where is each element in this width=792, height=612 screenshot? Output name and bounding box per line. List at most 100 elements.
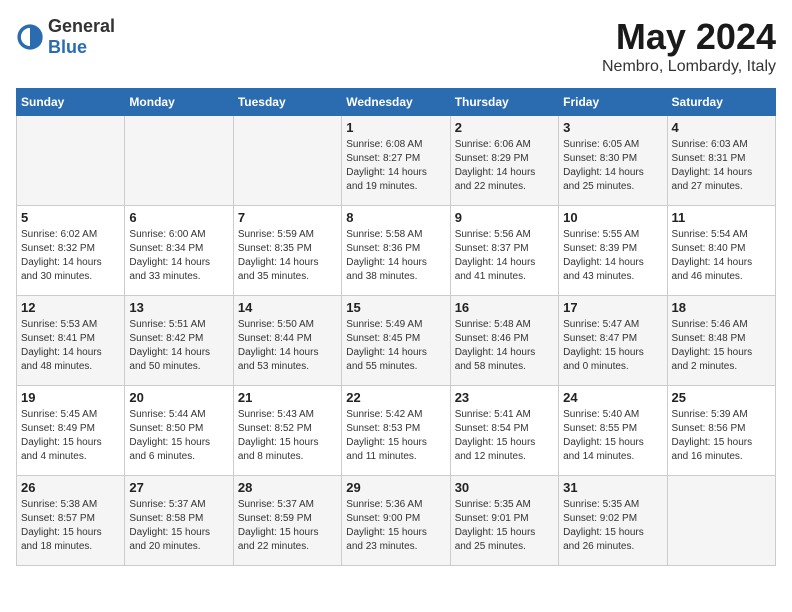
logo-icon xyxy=(16,23,44,51)
calendar-cell: 14Sunrise: 5:50 AM Sunset: 8:44 PM Dayli… xyxy=(233,296,341,386)
day-number: 4 xyxy=(672,120,771,135)
logo-general: General xyxy=(48,16,115,36)
calendar-cell: 19 Sunrise: 5:45 AM Sunset: 8:49 PM Dayli… xyxy=(17,386,125,476)
calendar-cell: 1Sunrise: 6:08 AM Sunset: 8:27 PM Daylig… xyxy=(342,116,450,206)
day-number: 11 xyxy=(672,210,771,225)
logo-blue: Blue xyxy=(48,37,87,57)
calendar-cell: 17 Sunrise: 5:47 AM Sunset: 8:47 PM Dayli… xyxy=(559,296,667,386)
day-number: 25 xyxy=(672,390,771,405)
day-number: 23 xyxy=(455,390,554,405)
calendar-cell xyxy=(17,116,125,206)
day-number: 28 xyxy=(238,480,337,495)
calendar-cell: 23 Sunrise: 5:41 AM Sunset: 8:54 PM Dayli… xyxy=(450,386,558,476)
day-number: 5 xyxy=(21,210,120,225)
calendar-cell: 5 Sunrise: 6:02 AM Sunset: 8:32 PM Daylig… xyxy=(17,206,125,296)
header-row: SundayMondayTuesdayWednesdayThursdayFrid… xyxy=(17,89,776,116)
day-info: Sunrise: 5:38 AM Sunset: 8:57 PM Dayligh… xyxy=(21,498,120,554)
header: General Blue May 2024 Nembro, Lombardy, … xyxy=(16,16,776,76)
day-info: Sunrise: 5:51 AM Sunset: 8:42 PM Dayligh… xyxy=(129,318,228,374)
day-number: 30 xyxy=(455,480,554,495)
day-number: 19 xyxy=(21,390,120,405)
day-number: 7 xyxy=(238,210,337,225)
day-info: Sunrise: 5:45 AM Sunset: 8:49 PM Dayligh… xyxy=(21,408,120,464)
title-area: May 2024 Nembro, Lombardy, Italy xyxy=(602,16,776,76)
header-day-sunday: Sunday xyxy=(17,89,125,116)
calendar-cell: 3 Sunrise: 6:05 AM Sunset: 8:30 PM Daylig… xyxy=(559,116,667,206)
calendar-header: SundayMondayTuesdayWednesdayThursdayFrid… xyxy=(17,89,776,116)
day-number: 2 xyxy=(455,120,554,135)
day-number: 17 xyxy=(563,300,662,315)
calendar-cell xyxy=(233,116,341,206)
header-day-friday: Friday xyxy=(559,89,667,116)
day-info: Sunrise: 5:59 AM Sunset: 8:35 PM Dayligh… xyxy=(238,228,337,284)
day-info: Sunrise: 5:41 AM Sunset: 8:54 PM Dayligh… xyxy=(455,408,554,464)
day-number: 8 xyxy=(346,210,445,225)
day-number: 12 xyxy=(21,300,120,315)
calendar-table: SundayMondayTuesdayWednesdayThursdayFrid… xyxy=(16,88,776,566)
day-info: Sunrise: 5:35 AM Sunset: 9:01 PM Dayligh… xyxy=(455,498,554,554)
day-number: 26 xyxy=(21,480,120,495)
day-info: Sunrise: 5:44 AM Sunset: 8:50 PM Dayligh… xyxy=(129,408,228,464)
logo-text: General Blue xyxy=(48,16,115,58)
day-info: Sunrise: 5:40 AM Sunset: 8:55 PM Dayligh… xyxy=(563,408,662,464)
calendar-cell: 29 Sunrise: 5:36 AM Sunset: 9:00 PM Dayli… xyxy=(342,476,450,566)
week-row-0: 1Sunrise: 6:08 AM Sunset: 8:27 PM Daylig… xyxy=(17,116,776,206)
day-info: Sunrise: 6:03 AM Sunset: 8:31 PM Dayligh… xyxy=(672,138,771,194)
day-info: Sunrise: 5:36 AM Sunset: 9:00 PM Dayligh… xyxy=(346,498,445,554)
day-number: 10 xyxy=(563,210,662,225)
calendar-cell: 28Sunrise: 5:37 AM Sunset: 8:59 PM Dayli… xyxy=(233,476,341,566)
calendar-cell: 6 Sunrise: 6:00 AM Sunset: 8:34 PM Daylig… xyxy=(125,206,233,296)
calendar-cell: 13Sunrise: 5:51 AM Sunset: 8:42 PM Dayli… xyxy=(125,296,233,386)
day-number: 9 xyxy=(455,210,554,225)
day-number: 18 xyxy=(672,300,771,315)
day-number: 20 xyxy=(129,390,228,405)
main-title: May 2024 xyxy=(602,16,776,58)
day-info: Sunrise: 5:37 AM Sunset: 8:58 PM Dayligh… xyxy=(129,498,228,554)
week-row-2: 12 Sunrise: 5:53 AM Sunset: 8:41 PM Dayli… xyxy=(17,296,776,386)
day-info: Sunrise: 6:02 AM Sunset: 8:32 PM Dayligh… xyxy=(21,228,120,284)
calendar-body: 1Sunrise: 6:08 AM Sunset: 8:27 PM Daylig… xyxy=(17,116,776,566)
day-info: Sunrise: 5:58 AM Sunset: 8:36 PM Dayligh… xyxy=(346,228,445,284)
calendar-cell xyxy=(667,476,775,566)
day-info: Sunrise: 6:00 AM Sunset: 8:34 PM Dayligh… xyxy=(129,228,228,284)
day-info: Sunrise: 5:42 AM Sunset: 8:53 PM Dayligh… xyxy=(346,408,445,464)
calendar-cell: 20 Sunrise: 5:44 AM Sunset: 8:50 PM Dayli… xyxy=(125,386,233,476)
day-number: 29 xyxy=(346,480,445,495)
day-info: Sunrise: 6:06 AM Sunset: 8:29 PM Dayligh… xyxy=(455,138,554,194)
calendar-cell: 9Sunrise: 5:56 AM Sunset: 8:37 PM Daylig… xyxy=(450,206,558,296)
day-info: Sunrise: 5:47 AM Sunset: 8:47 PM Dayligh… xyxy=(563,318,662,374)
day-number: 16 xyxy=(455,300,554,315)
day-info: Sunrise: 5:48 AM Sunset: 8:46 PM Dayligh… xyxy=(455,318,554,374)
day-info: Sunrise: 5:39 AM Sunset: 8:56 PM Dayligh… xyxy=(672,408,771,464)
calendar-cell: 30 Sunrise: 5:35 AM Sunset: 9:01 PM Dayli… xyxy=(450,476,558,566)
calendar-cell: 31 Sunrise: 5:35 AM Sunset: 9:02 PM Dayli… xyxy=(559,476,667,566)
day-info: Sunrise: 5:35 AM Sunset: 9:02 PM Dayligh… xyxy=(563,498,662,554)
day-info: Sunrise: 5:54 AM Sunset: 8:40 PM Dayligh… xyxy=(672,228,771,284)
calendar-cell: 27Sunrise: 5:37 AM Sunset: 8:58 PM Dayli… xyxy=(125,476,233,566)
day-number: 1 xyxy=(346,120,445,135)
day-number: 3 xyxy=(563,120,662,135)
calendar-cell: 24 Sunrise: 5:40 AM Sunset: 8:55 PM Dayli… xyxy=(559,386,667,476)
day-number: 6 xyxy=(129,210,228,225)
calendar-cell: 15Sunrise: 5:49 AM Sunset: 8:45 PM Dayli… xyxy=(342,296,450,386)
day-info: Sunrise: 5:53 AM Sunset: 8:41 PM Dayligh… xyxy=(21,318,120,374)
day-info: Sunrise: 5:46 AM Sunset: 8:48 PM Dayligh… xyxy=(672,318,771,374)
week-row-4: 26 Sunrise: 5:38 AM Sunset: 8:57 PM Dayli… xyxy=(17,476,776,566)
calendar-cell: 25 Sunrise: 5:39 AM Sunset: 8:56 PM Dayli… xyxy=(667,386,775,476)
day-info: Sunrise: 6:05 AM Sunset: 8:30 PM Dayligh… xyxy=(563,138,662,194)
day-info: Sunrise: 5:43 AM Sunset: 8:52 PM Dayligh… xyxy=(238,408,337,464)
header-day-wednesday: Wednesday xyxy=(342,89,450,116)
day-number: 14 xyxy=(238,300,337,315)
day-number: 24 xyxy=(563,390,662,405)
week-row-3: 19 Sunrise: 5:45 AM Sunset: 8:49 PM Dayli… xyxy=(17,386,776,476)
calendar-cell: 8 Sunrise: 5:58 AM Sunset: 8:36 PM Daylig… xyxy=(342,206,450,296)
subtitle: Nembro, Lombardy, Italy xyxy=(602,58,776,76)
calendar-cell: 7 Sunrise: 5:59 AM Sunset: 8:35 PM Daylig… xyxy=(233,206,341,296)
calendar-cell: 26 Sunrise: 5:38 AM Sunset: 8:57 PM Dayli… xyxy=(17,476,125,566)
day-number: 31 xyxy=(563,480,662,495)
header-day-saturday: Saturday xyxy=(667,89,775,116)
calendar-cell: 4 Sunrise: 6:03 AM Sunset: 8:31 PM Daylig… xyxy=(667,116,775,206)
calendar-cell: 21Sunrise: 5:43 AM Sunset: 8:52 PM Dayli… xyxy=(233,386,341,476)
header-day-tuesday: Tuesday xyxy=(233,89,341,116)
calendar-cell: 18 Sunrise: 5:46 AM Sunset: 8:48 PM Dayli… xyxy=(667,296,775,386)
